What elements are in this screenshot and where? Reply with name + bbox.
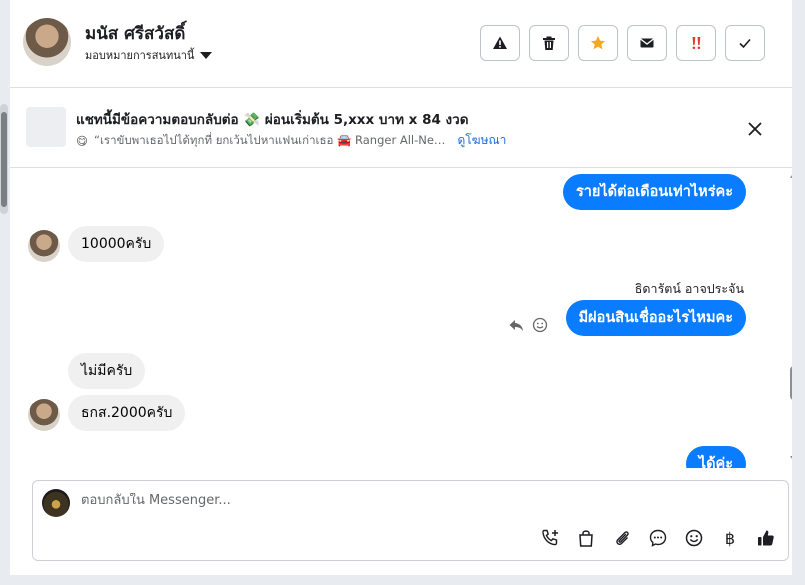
chat-bubble-icon xyxy=(649,529,667,547)
delete-button[interactable] xyxy=(529,25,569,61)
contact-avatar[interactable] xyxy=(23,18,71,66)
message-thread: รายได้ต่อเดือนเท่าไหร่คะ 10000ครับ ธิดาร… xyxy=(10,168,792,468)
view-ad-link[interactable]: ดูโฆษณา xyxy=(457,131,506,150)
star-button[interactable] xyxy=(578,25,618,61)
outer-scrollbar-thumb[interactable] xyxy=(1,112,7,207)
message-incoming[interactable]: ธกส.2000ครับ xyxy=(68,395,186,431)
trash-icon xyxy=(543,36,555,50)
report-button[interactable] xyxy=(480,25,520,61)
flag-important-button[interactable] xyxy=(676,25,716,61)
call-add-icon xyxy=(542,529,558,546)
reply-composer: ฿ xyxy=(32,480,789,561)
sender-name: ธิดารัตน์ อาจประจัน xyxy=(634,281,744,296)
ad-banner-preview-line: 😋 “เราขับพาเธอไปได้ทุกที่ ยกเว้นไปหาแฟนเ… xyxy=(76,131,506,150)
paperclip-icon xyxy=(616,531,629,545)
thread-scrollbar[interactable] xyxy=(788,170,792,465)
warning-icon xyxy=(493,36,507,49)
scroll-up-arrow-icon[interactable] xyxy=(790,172,792,178)
scroll-down-arrow-icon[interactable] xyxy=(790,456,792,462)
reply-input[interactable] xyxy=(81,493,681,508)
ad-banner-title: แชทนี้มีข้อความตอบกลับต่อ 💸 ผ่อนเริ่มต้น… xyxy=(76,112,469,128)
ad-thumbnail xyxy=(26,107,66,147)
assign-conversation-dropdown[interactable]: มอบหมายการสนทนานี้ xyxy=(85,46,213,64)
conversation-header: มนัส ศรีสวัสดิ์ มอบหมายการสนทนานี้ xyxy=(10,0,792,88)
shopping-bag-icon xyxy=(579,530,593,547)
smile-icon xyxy=(685,529,703,547)
sender-avatar[interactable] xyxy=(28,399,60,431)
exclamation-icon xyxy=(692,37,701,50)
ad-context-banner: แชทนี้มีข้อความตอบกลับต่อ 💸 ผ่อนเริ่มต้น… xyxy=(10,96,792,168)
contact-name[interactable]: มนัส ศรีสวัสดิ์ xyxy=(85,20,185,47)
baht-icon: ฿ xyxy=(724,528,736,548)
payment-button[interactable]: ฿ xyxy=(719,527,741,549)
star-icon xyxy=(591,36,605,50)
message-outgoing[interactable]: ได้ค่ะ xyxy=(685,446,746,468)
call-add-button[interactable] xyxy=(539,527,561,549)
saved-replies-button[interactable] xyxy=(647,527,669,549)
mark-unread-button[interactable] xyxy=(627,25,667,61)
emoji-button[interactable] xyxy=(683,527,705,549)
ad-preview-text: “เราขับพาเธอไปได้ทุกที่ ยกเว้นไปหาแฟนเก่… xyxy=(94,132,446,147)
shop-button[interactable] xyxy=(575,527,597,549)
page-avatar xyxy=(42,489,70,517)
header-actions xyxy=(480,25,765,61)
attach-button[interactable] xyxy=(611,527,633,549)
close-icon[interactable] xyxy=(746,120,764,138)
reply-icon[interactable] xyxy=(508,317,524,333)
caret-down-icon xyxy=(200,51,213,59)
react-smile-icon[interactable] xyxy=(532,317,548,333)
message-incoming[interactable]: ไม่มีครับ xyxy=(68,353,146,389)
ad-emoji: 😋 xyxy=(76,133,88,148)
check-icon xyxy=(739,38,751,49)
sender-avatar[interactable] xyxy=(28,230,60,262)
conversation-panel: มนัส ศรีสวัสดิ์ มอบหมายการสนทนานี้ แชทนี… xyxy=(10,0,792,575)
mark-done-button[interactable] xyxy=(725,25,765,61)
message-hover-tools xyxy=(508,317,548,333)
message-outgoing[interactable]: รายได้ต่อเดือนเท่าไหร่คะ xyxy=(562,174,746,210)
message-incoming[interactable]: 10000ครับ xyxy=(68,226,165,262)
assign-label: มอบหมายการสนทนานี้ xyxy=(85,49,195,62)
composer-toolbar: ฿ xyxy=(539,527,777,549)
thumbs-up-icon xyxy=(758,530,774,546)
like-button[interactable] xyxy=(755,527,777,549)
thread-scrollbar-thumb[interactable] xyxy=(790,366,792,400)
envelope-icon xyxy=(640,38,654,48)
message-outgoing[interactable]: มีผ่อนสินเชื่ออะไรไหมคะ xyxy=(565,300,746,336)
